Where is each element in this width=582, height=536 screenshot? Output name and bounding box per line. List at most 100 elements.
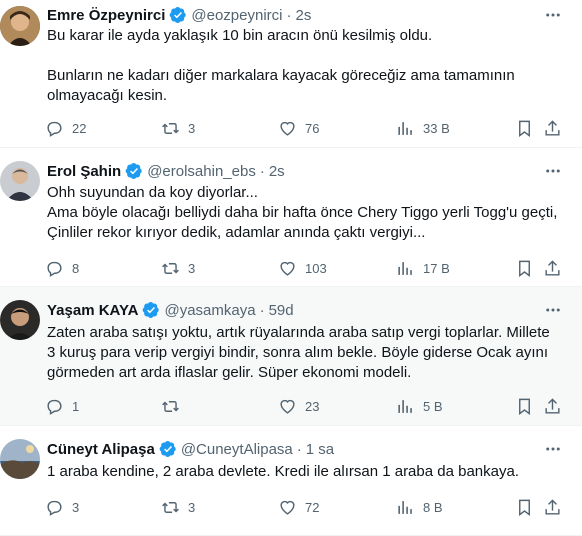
retweet-icon <box>162 501 179 513</box>
like-count: 23 <box>305 398 320 414</box>
retweet-button[interactable] <box>161 395 188 417</box>
tweet-4[interactable]: Cüneyt Alipaşa @CuneytAlipasa · 1 sa 1 a… <box>0 426 582 536</box>
handle[interactable]: @yasamkaya <box>164 302 255 319</box>
handle[interactable]: @eozpeynirci <box>191 7 282 24</box>
like-button[interactable]: 23 <box>278 395 319 417</box>
tweet-1[interactable]: Emre Özpeynirci @eozpeynirci · 2s Bu kar… <box>0 0 582 148</box>
like-button[interactable]: 72 <box>278 496 319 518</box>
handle[interactable]: @erolsahin_ebs <box>147 163 256 180</box>
views-count: 17 B <box>423 260 450 276</box>
tweet-2[interactable]: Erol Şahin @erolsahin_ebs · 2s Ohh suyun… <box>0 148 582 287</box>
reply-count: 8 <box>72 260 80 276</box>
tweet-paragraph: 1 araba kendine, 2 araba devlete. Kredi … <box>47 463 519 480</box>
action-bar: 22 3 76 33 B <box>45 117 564 139</box>
reply-button[interactable]: 1 <box>45 395 79 417</box>
tweet-header: Emre Özpeynirci @eozpeynirci · 2s <box>47 4 542 26</box>
retweet-button[interactable]: 3 <box>161 117 195 139</box>
like-count: 72 <box>305 499 320 515</box>
verified-badge-icon <box>125 162 143 180</box>
like-count: 76 <box>305 120 320 136</box>
tweet-paragraph: Ama böyle olacağı belliydi daha bir haft… <box>47 204 558 241</box>
like-button[interactable]: 76 <box>278 117 319 139</box>
action-bar: 3 3 72 8 B <box>45 496 564 518</box>
share-icon[interactable] <box>541 496 563 518</box>
tweet-header: Cüneyt Alipaşa @CuneytAlipasa · 1 sa <box>47 438 542 460</box>
verified-badge-icon <box>142 301 160 319</box>
views-button[interactable]: 17 B <box>396 257 450 279</box>
verified-badge-icon <box>169 6 187 24</box>
more-icon[interactable] <box>542 438 564 460</box>
more-icon[interactable] <box>542 299 564 321</box>
display-name[interactable]: Yaşam KAYA <box>47 302 138 319</box>
retweet-button[interactable]: 3 <box>161 257 195 279</box>
tweet-paragraph: Zaten araba satışı yoktu, artık rüyaları… <box>47 324 550 381</box>
reply-icon <box>47 261 62 277</box>
timestamp[interactable]: 2s <box>296 7 312 24</box>
avatar[interactable] <box>0 439 40 479</box>
reply-icon <box>47 399 62 415</box>
retweet-count: 3 <box>188 260 196 276</box>
verified-badge-icon <box>159 440 177 458</box>
avatar[interactable] <box>0 6 40 46</box>
like-button[interactable]: 103 <box>278 257 327 279</box>
reply-button[interactable]: 3 <box>45 496 79 518</box>
reply-count: 1 <box>72 398 80 414</box>
like-count: 103 <box>305 260 327 276</box>
tweet-header: Yaşam KAYA @yasamkaya · 59d <box>47 299 542 321</box>
retweet-count: 3 <box>188 120 196 136</box>
reply-button[interactable]: 22 <box>45 117 86 139</box>
action-bar: 1 23 5 B <box>45 395 564 417</box>
more-icon[interactable] <box>542 4 564 26</box>
like-icon <box>280 261 295 276</box>
views-button[interactable]: 33 B <box>396 117 450 139</box>
views-icon <box>398 399 412 413</box>
reply-count: 22 <box>72 120 87 136</box>
timestamp[interactable]: 2s <box>269 163 285 180</box>
display-name[interactable]: Erol Şahin <box>47 163 121 180</box>
tweet-paragraph: Ohh suyundan da koy diyorlar... <box>47 184 258 201</box>
bookmark-icon[interactable] <box>513 257 535 279</box>
tweet-3[interactable]: Yaşam KAYA @yasamkaya · 59d Zaten araba … <box>0 287 582 426</box>
like-icon <box>280 500 295 515</box>
retweet-icon <box>162 400 179 412</box>
views-icon <box>398 121 412 135</box>
views-count: 5 B <box>423 398 443 414</box>
tweet-text: 1 araba kendine, 2 araba devlete. Kredi … <box>47 462 562 482</box>
separator: · <box>296 440 302 458</box>
retweet-count: 3 <box>188 499 196 515</box>
reply-count: 3 <box>72 499 80 515</box>
bookmark-icon[interactable] <box>513 395 535 417</box>
handle[interactable]: @CuneytAlipasa <box>181 441 293 458</box>
avatar[interactable] <box>0 161 40 201</box>
retweet-button[interactable]: 3 <box>161 496 195 518</box>
tweet-paragraph: Bunların ne kadarı diğer markalara kayac… <box>47 67 515 104</box>
retweet-icon <box>162 122 179 134</box>
timestamp[interactable]: 59d <box>269 302 294 319</box>
timestamp[interactable]: 1 sa <box>306 441 334 458</box>
share-icon[interactable] <box>541 395 563 417</box>
tweet-paragraph: Bu karar ile ayda yaklaşık 10 bin aracın… <box>47 27 433 44</box>
views-button[interactable]: 5 B <box>396 395 443 417</box>
views-count: 33 B <box>423 120 450 136</box>
like-icon <box>280 121 295 136</box>
action-bar: 8 3 103 17 B <box>45 257 564 279</box>
tweet-text: Ohh suyundan da koy diyorlar... Ama böyl… <box>47 183 562 243</box>
separator: · <box>259 162 265 180</box>
share-icon[interactable] <box>541 117 563 139</box>
views-button[interactable]: 8 B <box>396 496 443 518</box>
tweet-text: Bu karar ile ayda yaklaşık 10 bin aracın… <box>47 26 562 106</box>
share-icon[interactable] <box>541 257 563 279</box>
separator: · <box>286 6 292 24</box>
views-icon <box>398 500 412 514</box>
avatar[interactable] <box>0 300 40 340</box>
reply-button[interactable]: 8 <box>45 257 79 279</box>
more-icon[interactable] <box>542 160 564 182</box>
tweet-header: Erol Şahin @erolsahin_ebs · 2s <box>47 160 542 182</box>
display-name[interactable]: Cüneyt Alipaşa <box>47 441 155 458</box>
like-icon <box>280 399 295 414</box>
bookmark-icon[interactable] <box>513 496 535 518</box>
views-icon <box>398 261 412 275</box>
retweet-icon <box>162 262 179 274</box>
display-name[interactable]: Emre Özpeynirci <box>47 7 165 24</box>
bookmark-icon[interactable] <box>513 117 535 139</box>
